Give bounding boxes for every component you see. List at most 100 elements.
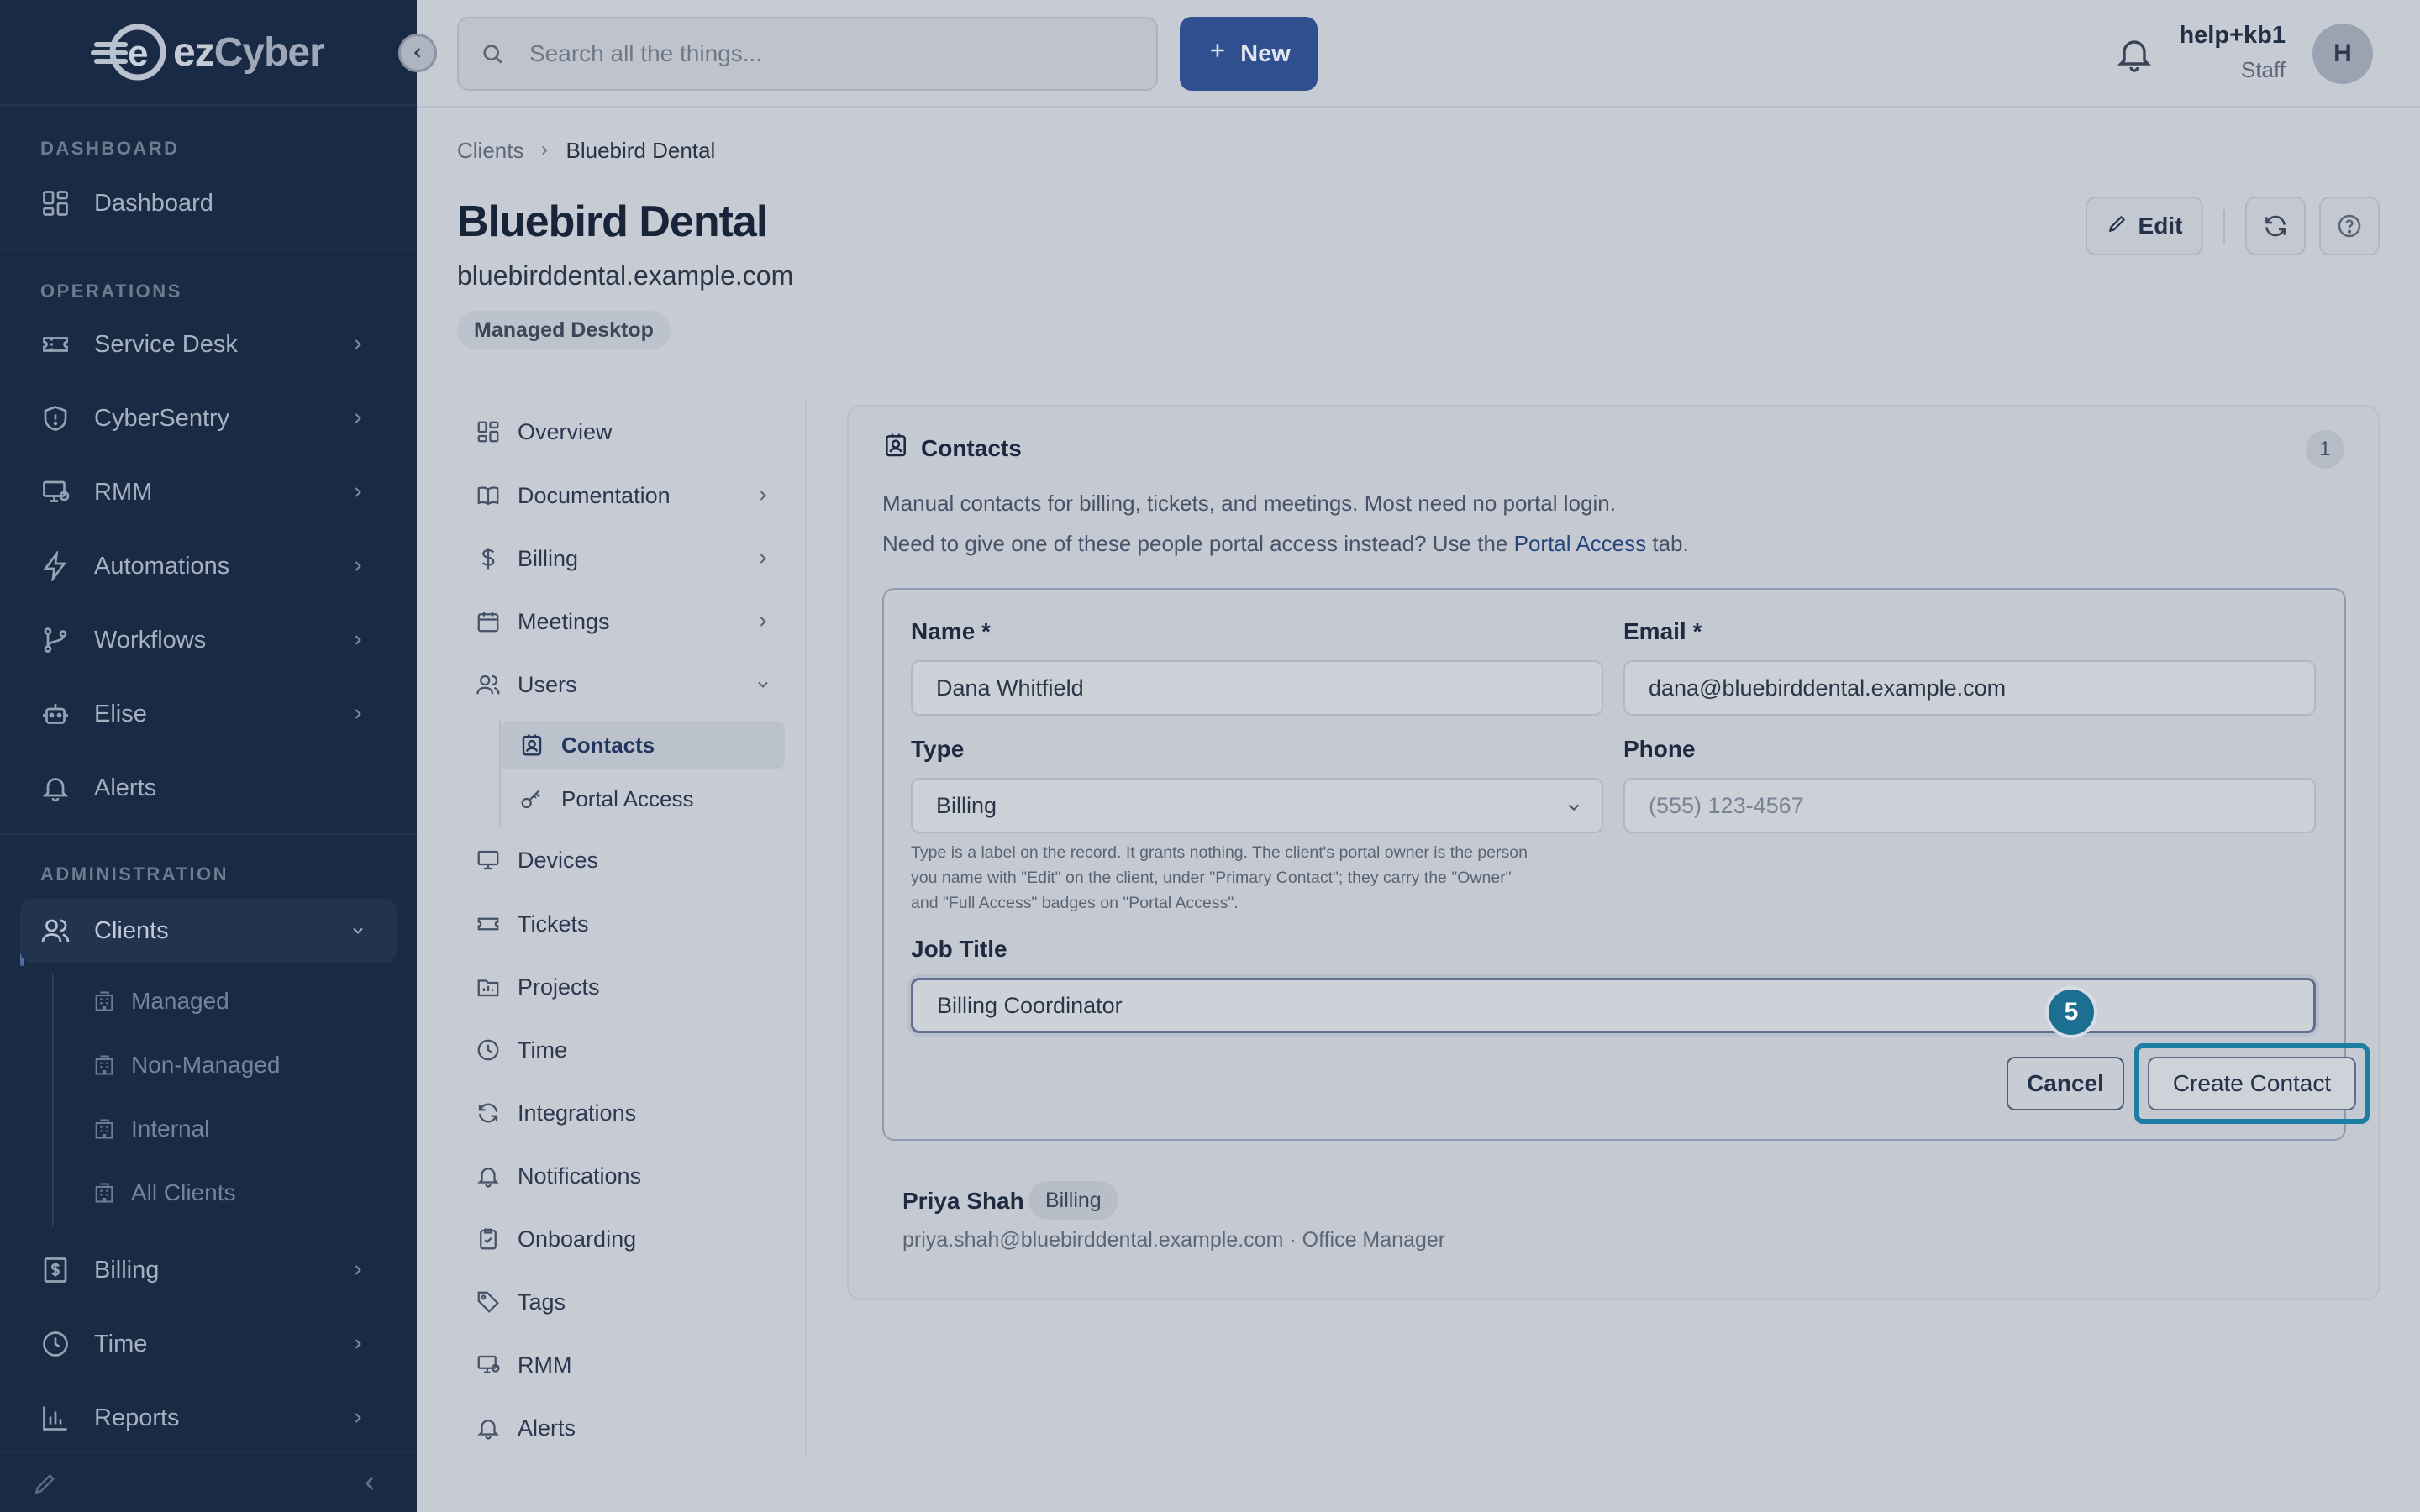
chevron-right-icon (345, 701, 371, 727)
sidebar-item-alerts[interactable]: Alerts (20, 756, 397, 820)
email-label: Email * (1623, 618, 1702, 644)
contacts-card: Contacts 1 Manual contacts for billing, … (847, 405, 2380, 1300)
sidebar-subitem-all-clients[interactable]: All Clients (92, 1168, 235, 1218)
create-contact-button[interactable]: Create Contact (2148, 1057, 2356, 1110)
chevron-right-icon (345, 405, 371, 432)
job-title-label: Job Title (911, 936, 1007, 962)
divider (2223, 210, 2225, 244)
edit-button[interactable]: Edit (2086, 197, 2203, 255)
client-nav-portal-access[interactable]: Portal Access (501, 774, 785, 823)
cancel-button[interactable]: Cancel (2007, 1057, 2124, 1110)
client-nav-users[interactable]: Users (457, 659, 793, 710)
sidebar-item-clients[interactable]: Clients (20, 899, 397, 963)
client-nav-projects[interactable]: Projects (457, 962, 793, 1012)
client-nav-time[interactable]: Time (457, 1025, 793, 1075)
monitor-icon (474, 1351, 502, 1379)
search-input[interactable] (529, 40, 1118, 67)
email-field[interactable]: dana@bluebirddental.example.com (1623, 660, 2316, 716)
building-icon (92, 989, 118, 1014)
type-select[interactable]: Billing (911, 778, 1603, 833)
contact-name[interactable]: Priya Shah (902, 1188, 1024, 1215)
sidebar-item-automations[interactable]: Automations (20, 534, 397, 598)
card-description: Manual contacts for billing, tickets, an… (882, 491, 1616, 516)
phone-label: Phone (1623, 736, 1696, 762)
chevron-right-icon (750, 545, 776, 572)
global-search[interactable] (457, 17, 1158, 91)
new-button[interactable]: New (1180, 17, 1318, 91)
sidebar-subitem-internal[interactable]: Internal (92, 1104, 209, 1154)
sidebar: e ezCyber DASHBOARD Dashboard OPERATIONS… (0, 0, 417, 1512)
client-nav-documentation[interactable]: Documentation (457, 470, 793, 521)
calendar-icon (474, 607, 502, 636)
dashboard-icon (474, 417, 502, 446)
sidebar-item-reports[interactable]: Reports (20, 1386, 397, 1450)
brand-logo[interactable]: e ezCyber (91, 22, 325, 82)
refresh-button[interactable] (2245, 197, 2306, 255)
chevron-right-icon (750, 482, 776, 509)
client-nav-integrations[interactable]: Integrations (457, 1088, 793, 1138)
building-icon (92, 1053, 118, 1078)
sidebar-item-service-desk[interactable]: Service Desk (20, 312, 397, 376)
notifications-bell-icon[interactable] (2114, 34, 2154, 74)
card-description-portal: Need to give one of these people portal … (882, 531, 1689, 556)
client-nav-alerts[interactable]: Alerts (457, 1403, 793, 1453)
client-nav-devices[interactable]: Devices (457, 835, 793, 885)
sidebar-item-dashboard[interactable]: Dashboard (20, 171, 397, 235)
user-role: Staff (2240, 57, 2286, 82)
bar-chart-icon (37, 1399, 74, 1436)
name-field[interactable]: Dana Whitfield (911, 660, 1603, 716)
client-nav-notifications[interactable]: Notifications (457, 1151, 793, 1201)
client-nav-overview[interactable]: Overview (457, 407, 793, 457)
dashboard-icon (37, 185, 74, 222)
user-name[interactable]: help+kb1 (2179, 22, 2286, 50)
chevron-right-icon (750, 608, 776, 635)
monitor-icon (474, 846, 502, 874)
sidebar-item-billing[interactable]: Billing (20, 1238, 397, 1302)
help-button[interactable] (2319, 197, 2380, 255)
client-nav-tickets[interactable]: Tickets (457, 899, 793, 949)
chevron-right-icon (345, 331, 371, 358)
contact-card-icon (882, 432, 909, 465)
clock-icon (474, 1036, 502, 1064)
sync-icon (474, 1099, 502, 1127)
client-nav-onboarding[interactable]: Onboarding (457, 1214, 793, 1264)
sidebar-footer (0, 1452, 417, 1512)
chevron-right-icon (345, 1404, 371, 1431)
building-icon (92, 1180, 118, 1205)
bell-icon (474, 1162, 502, 1190)
chevron-right-icon (345, 479, 371, 506)
sidebar-item-cybersentry[interactable]: CyberSentry (20, 386, 397, 450)
client-nav-rmm[interactable]: RMM (457, 1340, 793, 1390)
client-nav-divider (805, 402, 807, 1457)
chevron-left-icon (413, 48, 421, 58)
refresh-icon (2265, 215, 2286, 237)
client-nav-billing[interactable]: Billing (457, 533, 793, 584)
phone-field[interactable]: (555) 123-4567 (1623, 778, 2316, 833)
sidebar-item-rmm[interactable]: RMM (20, 460, 397, 524)
client-nav-contacts[interactable]: Contacts (501, 721, 785, 769)
pencil-icon[interactable] (32, 1470, 59, 1501)
collapse-left-icon[interactable] (358, 1472, 381, 1499)
chevron-right-icon (345, 1257, 371, 1284)
portal-access-link[interactable]: Portal Access (1514, 531, 1647, 556)
contact-card-icon (518, 731, 546, 759)
clock-icon (37, 1326, 74, 1362)
chevron-down-icon (345, 917, 371, 944)
job-title-field[interactable]: Billing Coordinator (911, 978, 2316, 1033)
sidebar-subitem-non-managed[interactable]: Non-Managed (92, 1040, 280, 1090)
sidebar-subitem-managed[interactable]: Managed (92, 976, 229, 1026)
sidebar-item-elise[interactable]: Elise (20, 682, 397, 746)
sidebar-item-workflows[interactable]: Workflows (20, 608, 397, 672)
sidebar-collapse-button[interactable] (398, 34, 437, 72)
step-badge: 5 (2045, 986, 2097, 1038)
shield-icon (37, 400, 74, 437)
client-nav-tags[interactable]: Tags (457, 1277, 793, 1327)
users-icon (474, 670, 502, 699)
dollar-icon (474, 544, 502, 573)
client-nav-meetings[interactable]: Meetings (457, 596, 793, 647)
breadcrumb-link-clients[interactable]: Clients (457, 138, 523, 164)
avatar[interactable]: H (2312, 24, 2373, 84)
sidebar-item-time[interactable]: Time (20, 1312, 397, 1376)
name-label: Name * (911, 618, 991, 644)
type-label: Type (911, 736, 965, 762)
